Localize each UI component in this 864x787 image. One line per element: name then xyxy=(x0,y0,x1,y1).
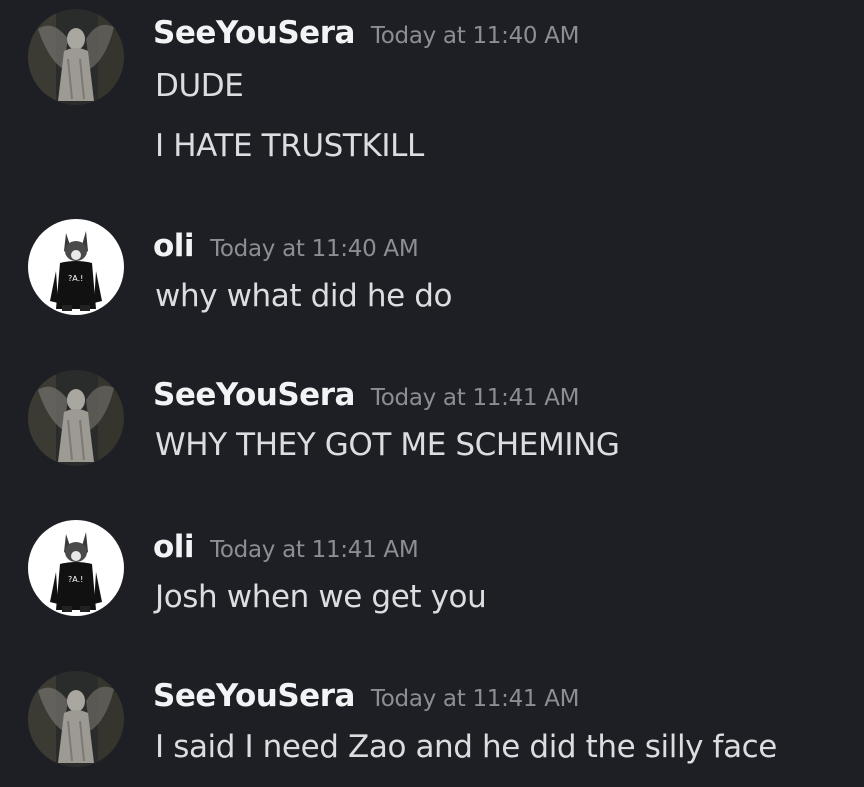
message-header: SeeYouSera Today at 11:41 AM xyxy=(153,678,580,714)
message-text: I HATE TRUSTKILL xyxy=(155,128,424,164)
username[interactable]: SeeYouSera xyxy=(153,678,355,714)
avatar-image xyxy=(28,520,124,616)
angel-statue-avatar[interactable] xyxy=(28,370,124,466)
message-header: oli Today at 11:40 AM xyxy=(153,228,419,264)
username[interactable]: SeeYouSera xyxy=(153,15,355,51)
username[interactable]: oli xyxy=(153,529,195,565)
username[interactable]: oli xyxy=(153,228,195,264)
avatar-image xyxy=(28,370,124,466)
timestamp[interactable]: Today at 11:41 AM xyxy=(210,537,419,563)
message-text: I said I need Zao and he did the silly f… xyxy=(155,729,777,765)
message-text: Josh when we get you xyxy=(155,579,487,615)
message-text: DUDE xyxy=(155,68,244,104)
username[interactable]: SeeYouSera xyxy=(153,377,355,413)
timestamp[interactable]: Today at 11:40 AM xyxy=(371,23,580,49)
cat-hoodie-avatar[interactable] xyxy=(28,520,124,616)
avatar-image xyxy=(28,671,124,767)
chat-message-list: SeeYouSera Today at 11:40 AM DUDE I HATE … xyxy=(0,0,864,787)
message-text: why what did he do xyxy=(155,278,453,314)
cat-hoodie-avatar[interactable] xyxy=(28,219,124,315)
message-text: WHY THEY GOT ME SCHEMING xyxy=(155,427,620,463)
timestamp[interactable]: Today at 11:40 AM xyxy=(210,236,419,262)
angel-statue-avatar[interactable] xyxy=(28,671,124,767)
message-header: SeeYouSera Today at 11:41 AM xyxy=(153,377,580,413)
message-header: oli Today at 11:41 AM xyxy=(153,529,419,565)
angel-statue-avatar[interactable] xyxy=(28,9,124,105)
timestamp[interactable]: Today at 11:41 AM xyxy=(371,686,580,712)
message-header: SeeYouSera Today at 11:40 AM xyxy=(153,15,580,51)
avatar-image xyxy=(28,219,124,315)
avatar-image xyxy=(28,9,124,105)
timestamp[interactable]: Today at 11:41 AM xyxy=(371,385,580,411)
